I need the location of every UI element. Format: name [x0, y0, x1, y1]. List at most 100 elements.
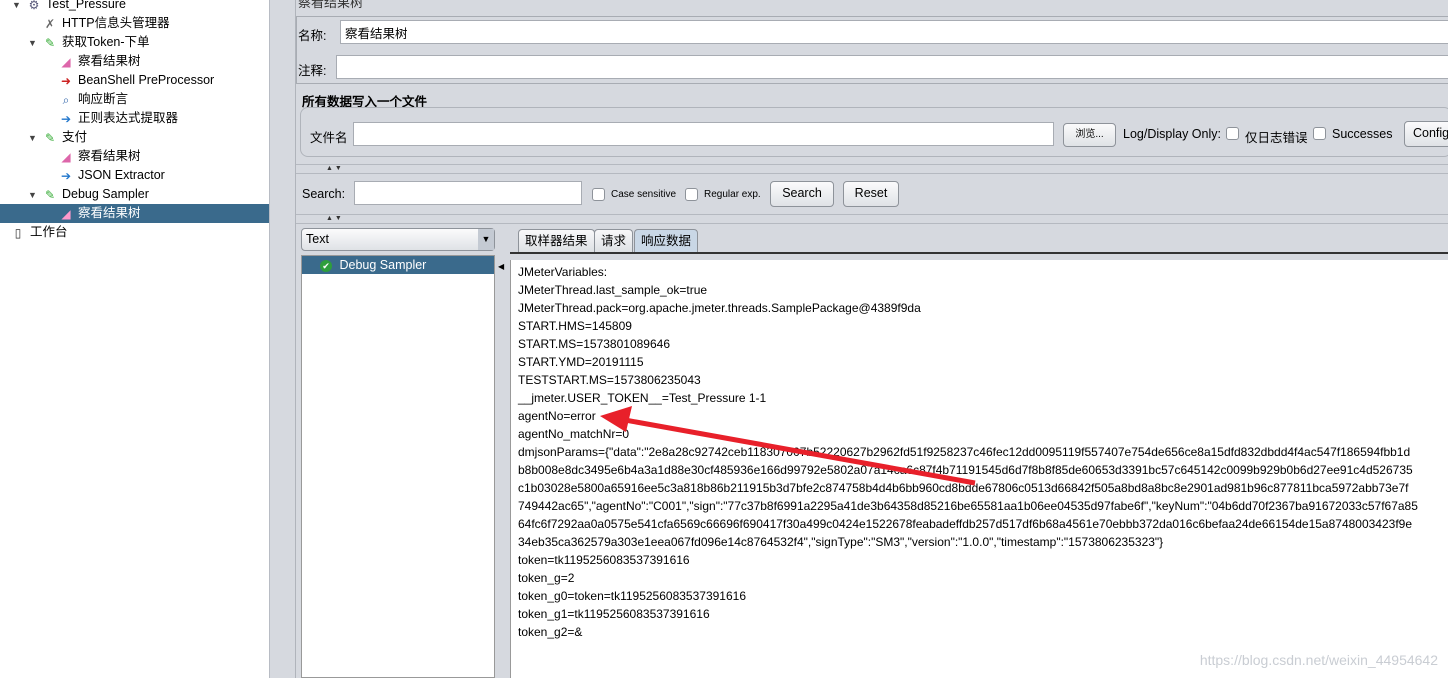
tree-node[interactable]: ◢ 察看结果树: [58, 147, 141, 166]
response-data-text[interactable]: JMeterVariables: JMeterThread.last_sample…: [510, 260, 1448, 678]
tree-node-label: 响应断言: [78, 92, 129, 106]
tab-underline: [510, 252, 1448, 254]
expand-toggle-icon[interactable]: ▼: [28, 38, 37, 48]
reset-button[interactable]: Reset: [843, 181, 899, 207]
response-line: 749442ac65","agentNo":"C001","sign":"77c…: [518, 499, 1418, 513]
response-line: c1b03028e5800a65916ee5c3a818b86b211915b3…: [518, 481, 1409, 495]
response-line: 34eb35ca362579a303e1eea067fd096e14c87645…: [518, 535, 1164, 549]
response-line: agentNo_matchNr=0: [518, 427, 630, 441]
response-line: 64fc6f7292aa0a0575e541cfa6569c66696f6904…: [518, 517, 1413, 531]
tree-node-label: 支付: [62, 130, 88, 144]
pipette-icon: ✎: [44, 187, 56, 202]
expand-toggle-icon[interactable]: ▼: [28, 133, 37, 143]
extractor-icon: ➔: [60, 111, 72, 126]
graph-icon: ◢: [61, 54, 71, 69]
tree-node[interactable]: ◢ 察看结果树: [0, 204, 269, 223]
tree-node-label: 察看结果树: [78, 54, 141, 68]
result-label: Debug Sampler: [339, 258, 427, 272]
regex-label: Regular exp.: [704, 189, 761, 200]
expand-toggle-icon[interactable]: ▼: [28, 190, 37, 200]
tree-node[interactable]: ▯ 工作台: [10, 223, 68, 242]
success-shield-icon: ✔: [320, 259, 332, 272]
log-display-label: Log/Display Only:: [1123, 127, 1221, 141]
tree-node[interactable]: ➜ BeanShell PreProcessor: [58, 71, 214, 90]
pipette-icon: ✎: [44, 35, 56, 50]
extractor-icon: ➔: [60, 168, 72, 183]
response-line: START.YMD=20191115: [518, 355, 644, 369]
comment-input[interactable]: [336, 55, 1448, 79]
divider-handle[interactable]: ▲ ▼: [296, 214, 1448, 224]
successes-checkbox[interactable]: [1313, 127, 1326, 140]
tree-node[interactable]: ✎ 支付: [42, 128, 87, 147]
tree-node[interactable]: ⚙ Test_Pressure: [26, 0, 126, 14]
response-line: agentNo=error: [518, 409, 596, 423]
wrench-icon: ✗: [44, 16, 56, 31]
tree-node-label: 察看结果树: [78, 149, 141, 163]
renderer-select[interactable]: Text ▼: [301, 228, 495, 251]
response-line: token_g0=token=tk1195256083537391616: [518, 589, 746, 603]
tree-node-label: HTTP信息头管理器: [62, 16, 170, 30]
renderer-value: Text: [306, 232, 329, 246]
search-label: Search:: [302, 187, 346, 201]
response-line: START.HMS=145809: [518, 319, 632, 333]
response-line: token=tk1195256083537391616: [518, 553, 690, 567]
response-line: TESTSTART.MS=1573806235043: [518, 373, 701, 387]
expand-toggle-icon[interactable]: ▼: [12, 0, 21, 10]
successes-label: Successes: [1332, 127, 1393, 141]
tree-node[interactable]: ◢ 察看结果树: [58, 52, 141, 71]
browse-button[interactable]: 浏览...: [1063, 123, 1116, 147]
chevron-down-icon: ▼: [478, 229, 494, 250]
watermark: https://blog.csdn.net/weixin_44954642: [1199, 652, 1438, 668]
response-line: b8b008e8dc3495e6b4a3a1d88e30cf485936e166…: [518, 463, 1413, 477]
gear-icon: ⚙: [28, 0, 40, 12]
magnifier-icon: ⌕: [62, 92, 70, 107]
tree-node-label: 察看结果树: [78, 206, 141, 220]
tree-node-label: 正则表达式提取器: [78, 111, 179, 125]
tree-node[interactable]: ⌕ 响应断言: [58, 90, 128, 109]
tree-node-label: BeanShell PreProcessor: [78, 73, 215, 87]
tab-sampler-result[interactable]: 取样器结果: [518, 229, 595, 253]
tree-node[interactable]: ✗ HTTP信息头管理器: [42, 14, 170, 33]
notebook-icon: ▯: [14, 225, 22, 240]
case-sensitive-label: Case sensitive: [611, 189, 677, 200]
result-item[interactable]: ✔ Debug Sampler: [302, 256, 494, 274]
response-line: dmjsonParams={"data":"2e8a28c92742ceb118…: [518, 445, 1411, 459]
response-line: JMeterVariables:: [518, 265, 608, 279]
tree-node-label: JSON Extractor: [78, 168, 165, 182]
response-line: token_g1=tk1195256083537391616: [518, 607, 710, 621]
regex-checkbox[interactable]: [685, 188, 698, 201]
name-label: 名称:: [298, 29, 327, 43]
divider-handle[interactable]: ▲ ▼: [296, 164, 1448, 174]
tree-node-label: Debug Sampler: [62, 187, 149, 201]
tree-node[interactable]: ➔ JSON Extractor: [58, 166, 165, 185]
graph-icon: ◢: [61, 149, 71, 164]
search-button[interactable]: Search: [770, 181, 834, 207]
results-list: ✔ Debug Sampler: [301, 255, 495, 678]
response-line: START.MS=1573801089646: [518, 337, 670, 351]
case-sensitive-checkbox[interactable]: [592, 188, 605, 201]
search-input[interactable]: [354, 181, 582, 205]
response-line: JMeterThread.last_sample_ok=true: [518, 283, 708, 297]
tab-response-data[interactable]: 响应数据: [634, 229, 699, 253]
tree-node[interactable]: ✎ 获取Token-下单: [42, 33, 150, 52]
errors-only-checkbox[interactable]: [1226, 127, 1239, 140]
preprocessor-icon: ➜: [60, 73, 72, 88]
file-name-label: 文件名: [310, 131, 348, 145]
tab-request[interactable]: 请求: [594, 229, 634, 253]
pipette-icon: ✎: [44, 130, 56, 145]
tree-node-label: 获取Token-下单: [62, 35, 150, 49]
tree-node[interactable]: ➔ 正则表达式提取器: [58, 109, 178, 128]
test-plan-tree: ⚙ Test_Pressure ▼ ✗ HTTP信息头管理器 ✎ 获取Token-下单 ▼ ◢ 察…: [0, 0, 270, 678]
graph-icon: ◢: [61, 206, 71, 221]
errors-only-label: 仅日志错误: [1245, 131, 1308, 145]
collapse-arrow-icon[interactable]: ◀: [498, 262, 504, 271]
configure-button[interactable]: Config: [1404, 121, 1448, 147]
tree-node-label: Test_Pressure: [46, 0, 126, 11]
file-name-input[interactable]: [353, 122, 1054, 146]
panel-title: 察看结果树: [298, 0, 364, 10]
response-line: token_g2=&: [518, 625, 583, 639]
splitter[interactable]: [270, 0, 296, 678]
response-line: __jmeter.USER_TOKEN__=Test_Pressure 1-1: [518, 391, 767, 405]
tree-node[interactable]: ✎ Debug Sampler: [42, 185, 149, 204]
name-input[interactable]: [340, 20, 1448, 44]
